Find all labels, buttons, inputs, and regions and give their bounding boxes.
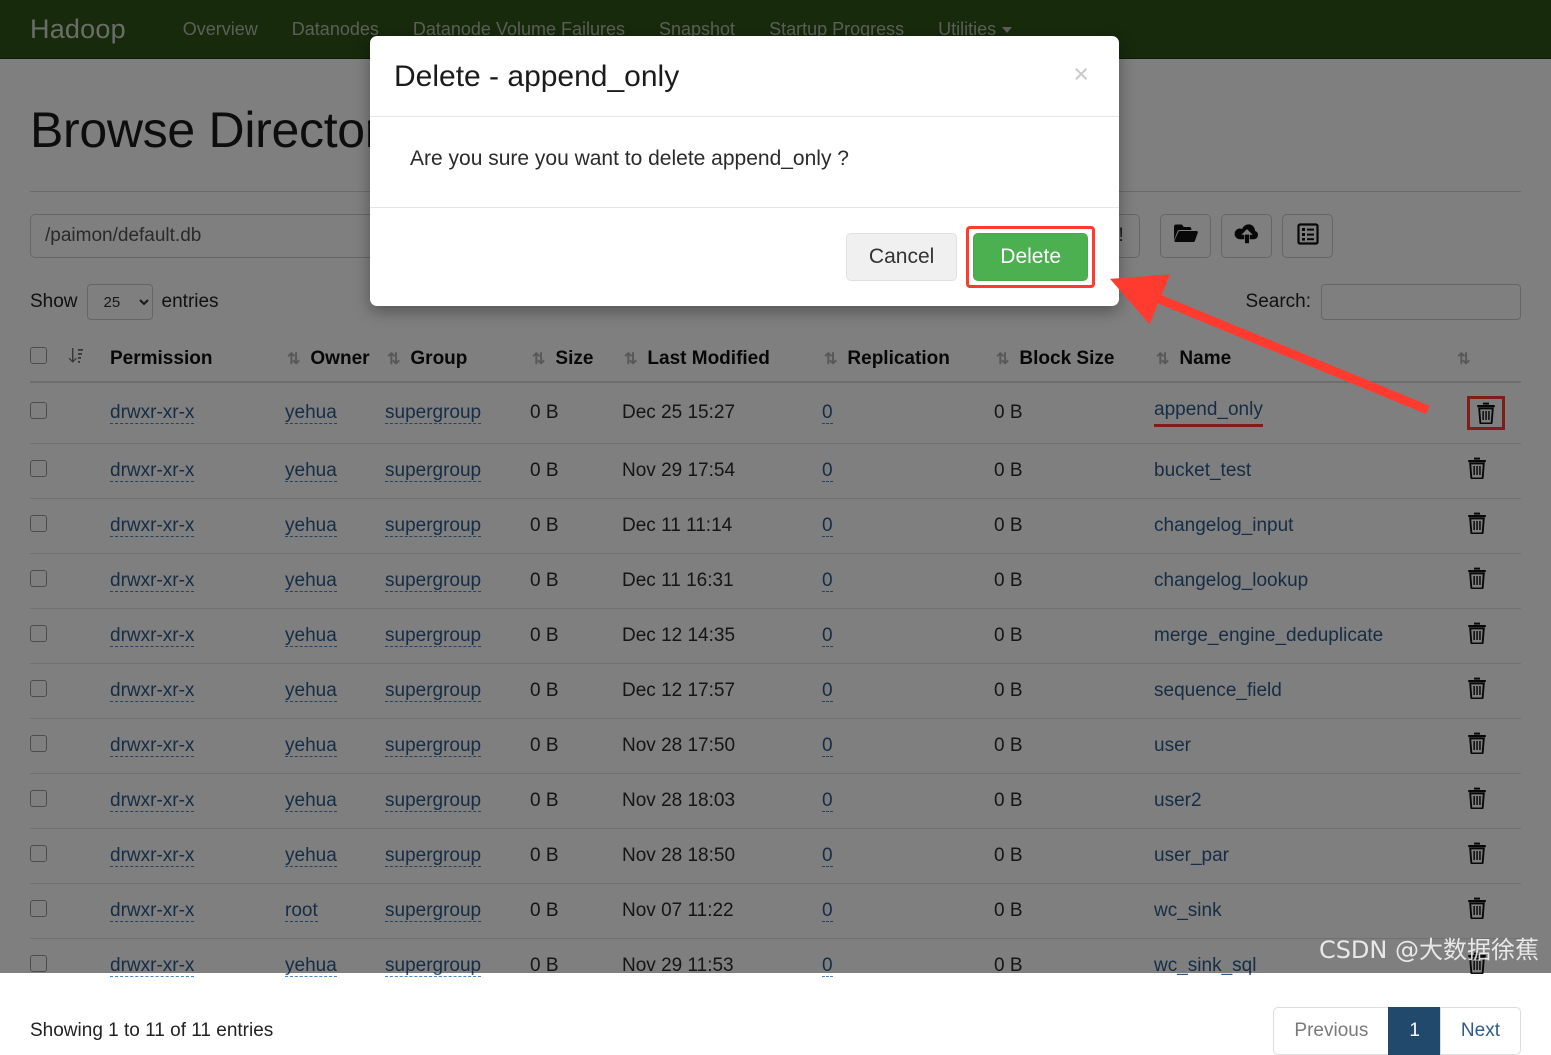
entries-info: Showing 1 to 11 of 11 entries <box>30 1020 273 1042</box>
delete-button-highlight: Delete <box>966 226 1095 288</box>
delete-button[interactable]: Delete <box>973 233 1088 281</box>
pagination-next[interactable]: Next <box>1440 1007 1521 1055</box>
cancel-button[interactable]: Cancel <box>846 233 957 281</box>
modal-header: Delete - append_only × <box>370 36 1119 117</box>
delete-confirmation-modal: Delete - append_only × Are you sure you … <box>370 36 1119 306</box>
modal-title: Delete - append_only <box>394 60 679 94</box>
datatable-footer: Showing 1 to 11 of 11 entries Previous 1… <box>30 1007 1521 1055</box>
close-icon[interactable]: × <box>1067 60 1095 89</box>
pagination-page-1[interactable]: 1 <box>1388 1007 1441 1055</box>
modal-body: Are you sure you want to delete append_o… <box>370 117 1119 207</box>
pagination-previous[interactable]: Previous <box>1273 1007 1389 1055</box>
modal-footer: Cancel Delete <box>370 207 1119 306</box>
pagination: Previous 1 Next <box>1273 1007 1521 1055</box>
